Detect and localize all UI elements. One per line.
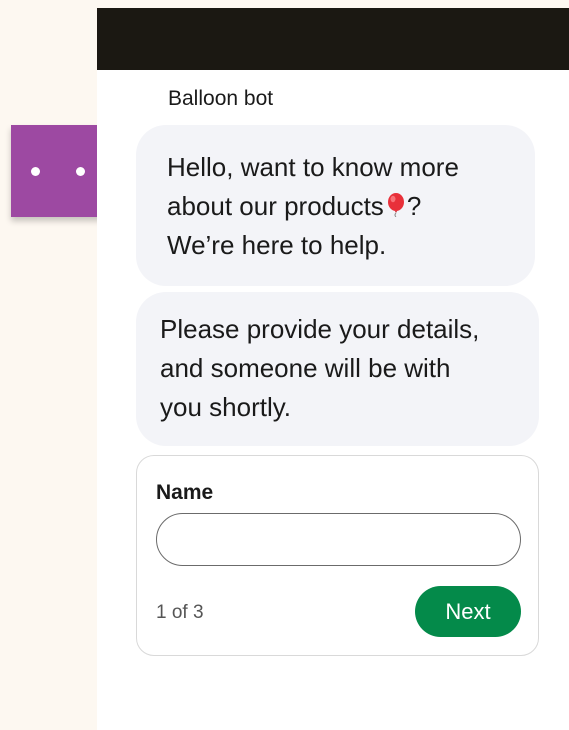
- avatar-right-eye: [76, 167, 85, 176]
- avatar-left-eye: [31, 167, 40, 176]
- name-field-label: Name: [156, 481, 214, 504]
- balloon-icon: [385, 193, 407, 217]
- message-line: you shortly.: [160, 392, 292, 422]
- name-input[interactable]: [156, 513, 521, 566]
- bot-avatar[interactable]: [11, 125, 105, 217]
- message-line: about our products?: [167, 187, 515, 226]
- message-line: and someone will be with: [160, 353, 451, 383]
- message-text-suffix: ?: [406, 191, 422, 221]
- message-text: about our products: [167, 191, 384, 221]
- chat-message-greeting: Hello, want to know more about our produ…: [136, 125, 535, 286]
- step-indicator: 1 of 3: [156, 602, 204, 623]
- message-line: We’re here to help.: [167, 230, 387, 260]
- next-button[interactable]: Next: [415, 586, 521, 637]
- message-line: Please provide your details,: [160, 314, 480, 344]
- bot-name: Balloon bot: [168, 87, 274, 110]
- message-line: Hello, want to know more: [167, 152, 459, 182]
- chat-header: [97, 8, 569, 70]
- details-form: Name 1 of 3 Next: [136, 455, 539, 656]
- chat-message-request-details: Please provide your details, and someone…: [136, 292, 539, 446]
